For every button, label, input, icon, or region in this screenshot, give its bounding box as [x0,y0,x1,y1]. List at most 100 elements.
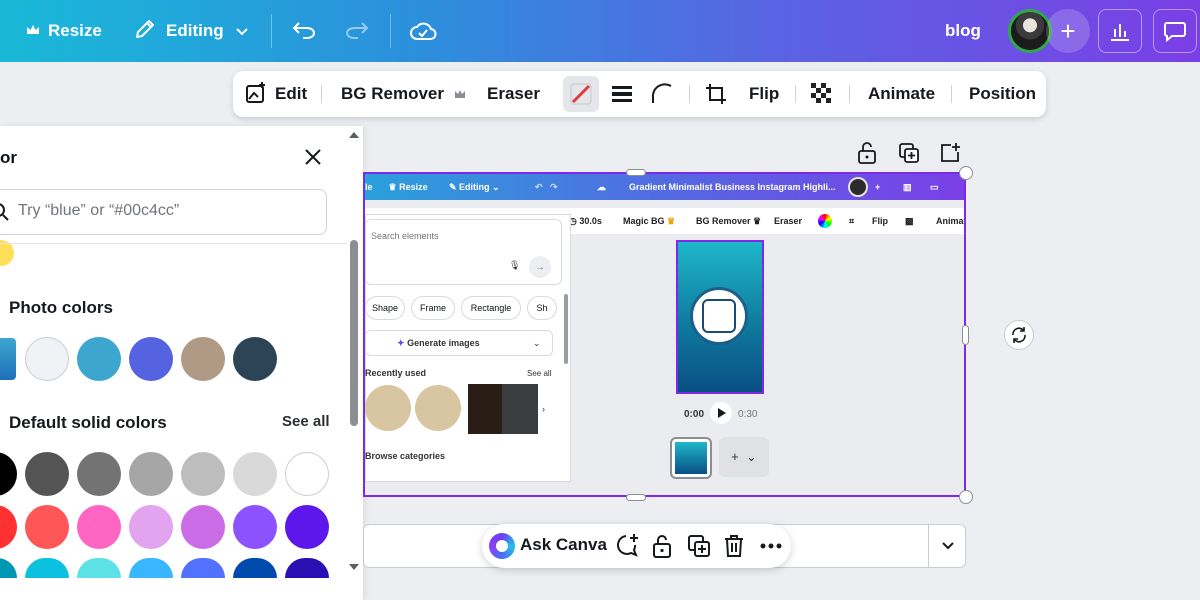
flip-button[interactable]: Flip [749,71,779,117]
add-collaborator-button[interactable]: + [1046,9,1090,53]
divider [951,85,952,103]
color-swatch[interactable] [129,452,173,496]
duplicate-icon [688,535,710,557]
divider [271,14,272,48]
ask-canva-button[interactable]: Ask Canva [520,535,607,555]
color-swatch[interactable] [129,505,173,549]
delete-button[interactable] [722,533,748,559]
lock-button[interactable] [857,142,879,164]
comments-button[interactable] [1153,9,1197,53]
color-swatch[interactable] [233,337,277,381]
color-swatch[interactable] [181,337,225,381]
checkerboard-icon [811,83,833,105]
see-all-link[interactable]: See all [282,413,330,430]
eraser-label: Eraser [487,84,540,103]
resize-handle-right[interactable] [962,325,969,345]
animate-label: Animate [868,84,936,103]
divider [0,243,347,244]
editing-label: Editing [166,21,224,40]
blog-label: blog [945,21,981,40]
undo-button[interactable] [292,0,316,62]
duplicate-button[interactable] [686,533,712,559]
scroll-up-arrow-icon[interactable] [349,132,359,138]
color-swatch[interactable] [129,337,173,381]
more-options-button[interactable] [758,533,784,559]
lock-button[interactable] [650,533,676,559]
animate-button[interactable]: Animate [868,71,935,117]
color-swatch[interactable] [181,505,225,549]
position-button[interactable]: Position [969,71,1036,117]
rotate-icon [1012,327,1026,343]
ask-canva-icon[interactable] [489,533,515,559]
color-swatch[interactable] [77,452,121,496]
color-swatch[interactable] [77,505,121,549]
color-swatch[interactable] [77,337,121,381]
color-swatch[interactable] [285,452,329,496]
chevron-down-icon [235,21,248,41]
color-swatch[interactable] [285,505,329,549]
resize-label: Resize [48,21,102,40]
color-swatch[interactable] [233,505,277,549]
divider [321,85,322,103]
transparency-checker-button[interactable] [811,71,833,117]
top-bar: Resize Editing blog + [0,0,1200,62]
resize-button[interactable]: Resize [26,0,102,62]
default-colors-heading: Default solid colors [9,413,167,432]
add-page-icon [941,143,960,162]
insights-button[interactable] [1098,9,1142,53]
bar-chart-icon [1111,24,1129,41]
search-icon [0,203,14,226]
plus-icon: + [1060,15,1076,46]
editing-mode-button[interactable]: Editing [134,0,248,62]
color-swatch[interactable] [25,337,69,381]
duplicate-icon [899,143,919,163]
duplicate-button[interactable] [898,142,920,164]
border-style-button[interactable] [611,71,633,117]
resize-handle-top[interactable] [626,169,646,176]
scrollbar-thumb[interactable] [350,240,358,426]
redo-button[interactable] [345,0,369,62]
image-edit-icon [246,82,265,103]
comment-add-button[interactable] [614,533,640,559]
cloud-check-icon [410,22,437,40]
comment-add-icon [617,534,638,557]
color-swatch[interactable] [25,505,69,549]
resize-handle-bottom[interactable] [626,494,646,501]
lock-icon [858,142,876,164]
selection-frame [363,172,966,497]
edit-button[interactable]: Edit [245,71,307,117]
more-icon [760,543,782,549]
color-swatch[interactable] [25,452,69,496]
search-placeholder: Try “blue” or “#00c4cc” [18,202,180,219]
redo-icon [346,22,369,39]
crop-button[interactable] [705,71,727,117]
color-swatch[interactable] [233,452,277,496]
bottom-dropdown-button[interactable] [928,524,966,568]
resize-handle-top-right[interactable] [959,166,973,180]
pencil-icon [134,18,156,45]
transparency-button[interactable] [563,76,599,112]
position-label: Position [969,84,1037,103]
eraser-button[interactable]: Eraser [487,71,540,117]
close-icon [305,149,321,165]
comment-icon [1164,22,1186,43]
chevron-down-icon [941,542,954,550]
add-page-button[interactable] [939,142,961,164]
cloud-saved-button[interactable] [410,0,437,62]
bg-remover-label: BG Remover [341,84,444,103]
divider [795,85,796,103]
rotate-button[interactable] [1004,320,1034,350]
lock-icon [653,535,671,558]
blog-link[interactable]: blog [945,0,981,62]
photo-thumbnail[interactable] [0,338,16,380]
corner-rounding-button[interactable] [651,71,673,117]
lines-icon [612,86,632,102]
edit-label: Edit [275,84,308,103]
resize-handle-bottom-right[interactable] [959,490,973,504]
color-swatch[interactable] [181,452,225,496]
scroll-down-arrow-icon[interactable] [349,564,359,570]
close-panel-button[interactable] [302,146,324,168]
bg-remover-button[interactable]: BG Remover [341,71,466,117]
undo-icon [292,22,315,39]
crop-icon [706,84,726,104]
